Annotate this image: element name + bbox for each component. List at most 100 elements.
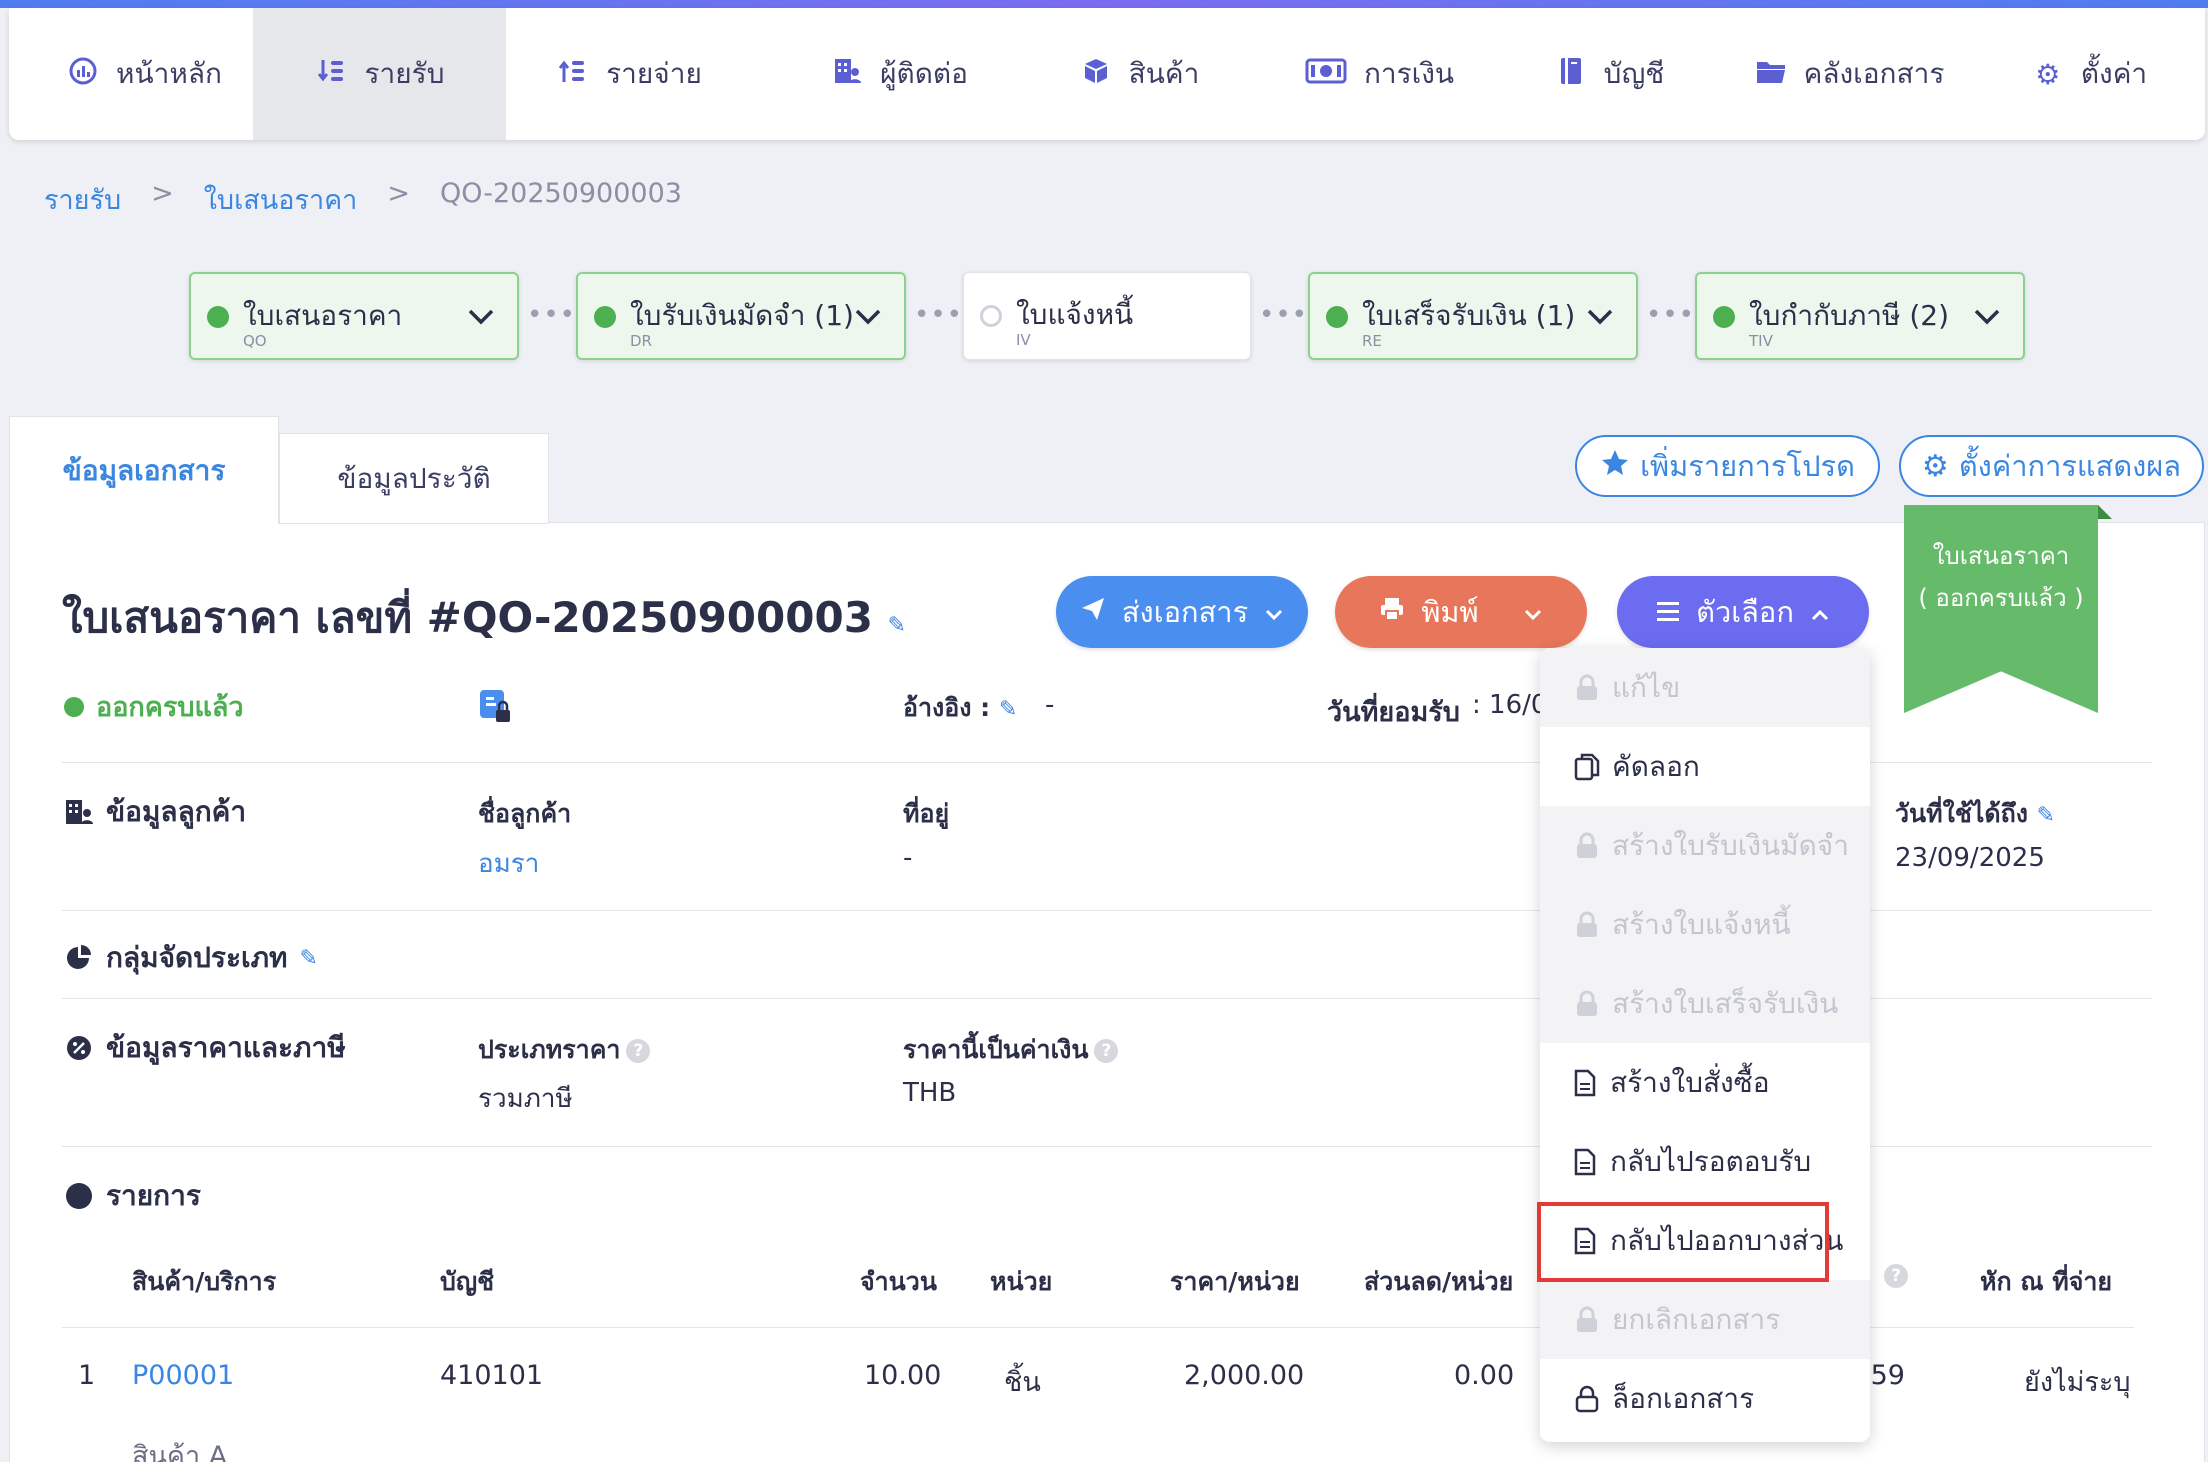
money-icon [1304,57,1348,92]
breadcrumb-income[interactable]: รายรับ [44,178,121,221]
nav-item-settings[interactable]: ⚙ ตั้งค่า [2009,8,2169,140]
product-name: สินค้า A [132,1441,228,1462]
currency-label: ราคานี้เป็นค่าเงิน? [903,1030,1119,1070]
flow-step-receipt[interactable]: ใบเสร็จรับเงิน (1) RE [1308,272,1638,360]
nav-label: คลังเอกสาร [1803,57,1945,90]
edit-pencil-icon[interactable]: ✎ [999,697,1017,722]
options-button[interactable]: ตัวเลือก [1617,576,1869,648]
breadcrumb-quotation[interactable]: ใบเสนอราคา [204,178,358,221]
chevron-down-icon[interactable] [1523,595,1543,629]
chevron-down-icon[interactable] [1973,296,2001,336]
customer-name-link[interactable]: อมรา [478,843,539,884]
nav-label: รายรับ [364,57,445,90]
flow-connector: ••• [914,300,964,330]
unit: ชิ้น [1004,1367,1041,1398]
menu-lines-icon [1656,595,1680,629]
column-header-unit-price: ราคา/หน่วย [1170,1267,1300,1296]
breadcrumb-separator: > [387,178,410,209]
options-label: ตัวเลือก [1696,595,1794,629]
row-number: 1 [78,1360,96,1391]
copy-icon [1574,752,1600,782]
price-type-label-text: ประเภทราคา [478,1035,621,1064]
nav-item-products[interactable]: สินค้า [1029,8,1249,140]
menu-item-lock-document[interactable]: ล็อกเอกสาร [1540,1359,1870,1438]
menu-item-label: ล็อกเอกสาร [1612,1381,1755,1415]
ribbon-doc-type: ใบเสนอราคา [1932,542,2070,570]
flow-connector: ••• [1646,300,1696,330]
chevron-down-icon[interactable] [1586,296,1614,336]
tab-document-info[interactable]: ข้อมูลเอกสาร [9,416,279,524]
options-dropdown-menu: แก้ไข คัดลอก สร้างใบรับเงินมัดจำ สร้างใบ… [1540,648,1870,1442]
product-box-icon [1079,56,1113,93]
edit-pencil-icon[interactable]: ✎ [888,613,906,638]
column-header-unit: หน่วย [990,1267,1053,1296]
currency-value: THB [903,1078,957,1108]
menu-item-revert-awaiting[interactable]: กลับไปรอตอบรับ [1540,1122,1870,1201]
status-dot [594,306,616,328]
help-icon[interactable]: ? [1094,1039,1119,1063]
chevron-down-icon[interactable] [467,296,495,336]
flow-step-quotation[interactable]: ใบเสนอราคา QO [189,272,519,360]
edit-pencil-icon[interactable]: ✎ [2037,803,2055,828]
nav-item-accounts[interactable]: บัญชี [1529,8,1689,140]
gear-icon: ⚙ [2035,57,2061,91]
expense-icon [556,56,590,93]
valid-until-label: วันที่ใช้ได้ถึง ✎ [1895,794,2055,834]
flow-connector: ••• [527,300,577,330]
breadcrumb-current: QO-20250900003 [439,178,682,209]
column-header-discount: ส่วนลด/หน่วย [1364,1267,1514,1296]
nav-label: บัญชี [1603,57,1665,90]
valid-until-value: 23/09/2025 [1895,843,2045,873]
flow-step-code: RE [1362,332,1382,350]
flow-step-label: ใบแจ้งหนี้ [1016,298,1134,331]
menu-item-copy[interactable]: คัดลอก [1540,727,1870,806]
status-dot [1326,306,1348,328]
building-contact-icon [64,797,94,827]
help-icon[interactable]: ? [626,1039,651,1063]
menu-item-label: สร้างใบเสร็จรับเงิน [1612,986,1839,1020]
chevron-down-icon [1264,595,1284,629]
valid-until-label-text: วันที่ใช้ได้ถึง [1895,799,2028,828]
nav-label: ผู้ติดต่อ [880,57,968,90]
currency-label-text: ราคานี้เป็นค่าเงิน [903,1035,1089,1064]
nav-item-expense[interactable]: รายจ่าย [509,8,749,140]
menu-item-create-deposit-receipt: สร้างใบรับเงินมัดจำ [1540,806,1870,885]
flow-connector: ••• [1259,300,1309,330]
menu-item-label: แก้ไข [1612,670,1681,704]
flow-step-invoice[interactable]: ใบแจ้งหนี้ IV [963,272,1251,360]
gear-icon: ⚙ [1921,448,1949,484]
edit-pencil-icon[interactable]: ✎ [300,946,318,971]
chevron-down-icon[interactable] [854,296,882,336]
menu-item-label: สร้างใบรับเงินมัดจำ [1612,828,1849,862]
status-dot [207,306,229,328]
circle-bullet-icon [64,1181,94,1211]
price-type-value: รวมภาษี [478,1084,573,1114]
chevron-up-icon [1810,595,1830,629]
quantity: 10.00 [864,1360,942,1391]
ribbon-status: ( ออกครบแล้ว ) [1918,584,2084,612]
column-header-account: บัญชี [440,1267,495,1296]
items-section-text: รายการ [106,1179,201,1212]
nav-item-income[interactable]: รายรับ [253,8,506,140]
customer-section-text: ข้อมูลลูกค้า [106,795,247,828]
column-header-product: สินค้า/บริการ [132,1267,277,1296]
flow-step-deposit-receipt[interactable]: ใบรับเงินมัดจำ (1) DR [576,272,906,360]
flow-step-label: ใบเสนอราคา [243,299,403,332]
product-code-link[interactable]: P00001 [132,1360,234,1391]
tab-history[interactable]: ข้อมูลประวัติ [279,433,549,524]
nav-item-documents[interactable]: คลังเอกสาร [1729,8,1969,140]
nav-item-contacts[interactable]: ผู้ติดต่อ [779,8,1019,140]
add-favorite-button[interactable]: เพิ่มรายการโปรด [1575,435,1880,497]
menu-item-create-purchase-order[interactable]: สร้างใบสั่งซื้อ [1540,1043,1870,1122]
menu-item-label: สร้างใบแจ้งหนี้ [1612,907,1791,941]
print-button[interactable]: พิมพ์ [1335,576,1587,648]
flow-step-tax-invoice[interactable]: ใบกำกับภาษี (2) TIV [1695,272,2025,360]
display-settings-button[interactable]: ⚙ ตั้งค่าการแสดงผล [1899,435,2204,497]
nav-item-finance[interactable]: การเงิน [1269,8,1489,140]
send-document-button[interactable]: ส่งเอกสาร [1056,576,1308,648]
category-section-title: กลุ่มจัดประเภท ✎ [64,936,318,980]
send-label: ส่งเอกสาร [1121,595,1249,629]
nav-item-dashboard[interactable]: หน้าหลัก [29,8,259,140]
locked-document-icon [478,688,512,724]
help-icon[interactable]: ? [1884,1264,1908,1288]
